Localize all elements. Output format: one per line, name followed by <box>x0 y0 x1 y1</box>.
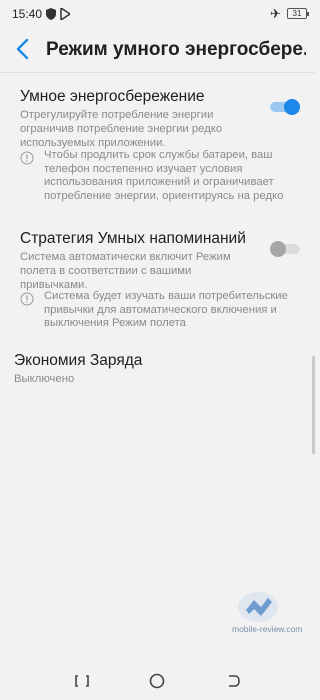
back-nav-icon[interactable] <box>224 672 242 690</box>
smart-power-saving-toggle[interactable] <box>270 99 300 115</box>
status-time: 15:40 <box>12 7 43 21</box>
back-arrow-icon[interactable] <box>12 36 34 62</box>
smart-reminders-toggle[interactable] <box>270 241 300 257</box>
side-edge-handle[interactable] <box>312 356 315 454</box>
setting-description: Система автоматически включит Режим поле… <box>20 251 231 291</box>
home-icon[interactable] <box>148 672 166 690</box>
note-text: Чтобы продлить срок службы батареи, ваш … <box>44 149 284 202</box>
setting-battery-saver[interactable]: Экономия Заряда Выключено <box>0 350 315 390</box>
setting-smart-power-saving[interactable]: Умное энергосбережение Отрегулируйте пот… <box>0 86 315 202</box>
toggle-thumb <box>284 99 300 115</box>
setting-description: Отрегулируйте потребление энергии ограни… <box>20 109 223 149</box>
navigation-bar <box>0 662 315 700</box>
divider <box>0 72 315 73</box>
info-icon <box>20 292 34 306</box>
setting-smart-reminders[interactable]: Стратегия Умных напоминаний Система авто… <box>0 228 315 332</box>
recent-apps-icon[interactable] <box>73 672 91 690</box>
screen: 15:40 ✈ 31 Режим умного энергосбере... У… <box>0 0 315 700</box>
setting-title: Экономия Заряда <box>14 352 143 369</box>
status-bar: 15:40 ✈ 31 <box>0 0 315 28</box>
setting-title: Стратегия Умных напоминаний <box>20 230 246 247</box>
watermark-text: mobile-review.com <box>232 624 303 634</box>
watermark-logo-icon <box>238 592 278 622</box>
page-title: Режим умного энергосбере... <box>46 39 306 60</box>
app-bar: Режим умного энергосбере... <box>0 28 315 72</box>
shield-icon <box>46 8 56 20</box>
play-store-icon <box>60 8 70 20</box>
setting-title: Умное энергосбережение <box>20 88 205 105</box>
watermark: mobile-review.com <box>232 590 302 640</box>
toggle-thumb <box>270 241 286 257</box>
battery-icon: 31 <box>287 8 309 19</box>
airplane-mode-icon: ✈ <box>270 6 281 21</box>
battery-level: 31 <box>292 9 302 18</box>
setting-status: Выключено <box>14 373 75 385</box>
note-text: Система будет изучать ваши потребительск… <box>44 290 288 329</box>
info-icon <box>20 151 34 165</box>
